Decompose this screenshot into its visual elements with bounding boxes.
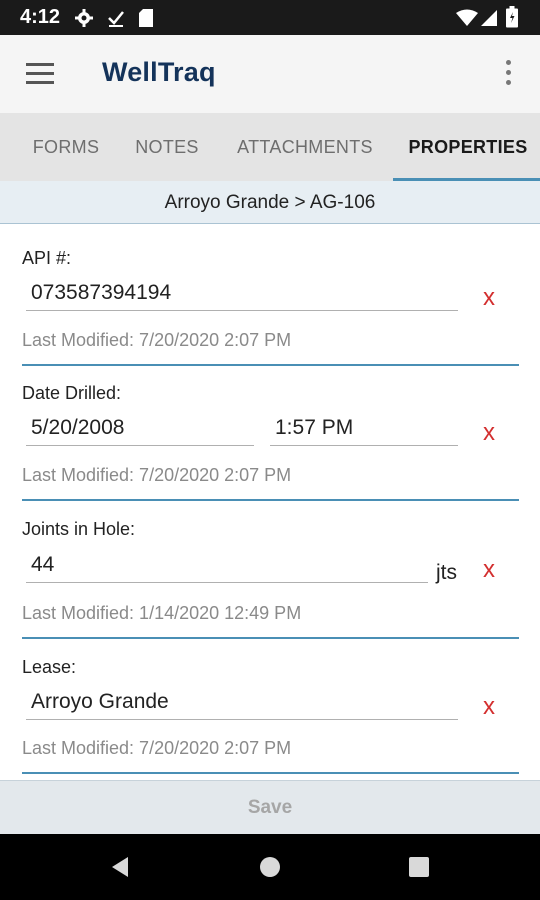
joints-input[interactable]: 44	[26, 553, 428, 583]
breadcrumb: Arroyo Grande > AG-106	[0, 181, 540, 224]
tab-bar: FORMS NOTES ATTACHMENTS PROPERTIES	[0, 113, 540, 181]
sd-card-icon	[138, 8, 154, 33]
lease-input[interactable]: Arroyo Grande	[26, 690, 458, 720]
wifi-icon	[455, 9, 479, 32]
hamburger-menu-icon[interactable]	[26, 63, 54, 85]
last-modified-text: Last Modified: 7/20/2020 2:07 PM	[22, 738, 292, 758]
home-icon[interactable]	[259, 856, 281, 883]
section-divider	[22, 772, 519, 774]
save-button[interactable]: Save	[0, 781, 540, 835]
tab-forms[interactable]: FORMS	[12, 113, 120, 181]
field-label: Date Drilled:	[22, 383, 122, 403]
battery-icon	[506, 6, 518, 33]
last-modified-text: Last Modified: 7/20/2020 2:07 PM	[22, 330, 292, 350]
signal-icon	[480, 9, 498, 32]
back-icon[interactable]	[108, 855, 132, 884]
field-label: Joints in Hole:	[22, 519, 136, 539]
save-bar: Save	[0, 780, 540, 834]
field-label: API #:	[22, 248, 72, 268]
clear-icon[interactable]: x	[483, 693, 495, 721]
tab-properties[interactable]: PROPERTIES	[396, 113, 540, 181]
clear-icon[interactable]: x	[483, 284, 495, 312]
app-bar: WellTraq	[0, 35, 540, 113]
recents-icon[interactable]	[408, 856, 430, 883]
gear-icon	[74, 8, 94, 33]
unit-label: jts	[436, 561, 457, 584]
properties-form: API #: 073587394194 x Last Modified: 7/2…	[0, 224, 540, 776]
section-divider	[22, 364, 519, 366]
field-label: Lease:	[22, 657, 77, 677]
time-input[interactable]: 1:57 PM	[270, 416, 458, 446]
last-modified-text: Last Modified: 1/14/2020 12:49 PM	[22, 603, 302, 623]
tab-notes[interactable]: NOTES	[120, 113, 214, 181]
section-divider	[22, 637, 519, 639]
clear-icon[interactable]: x	[483, 556, 495, 584]
status-time: 4:12	[20, 6, 61, 28]
clear-icon[interactable]: x	[483, 419, 495, 447]
more-vert-icon[interactable]	[503, 60, 513, 88]
status-bar: 4:12	[0, 0, 540, 35]
date-input[interactable]: 5/20/2008	[26, 416, 254, 446]
download-done-icon	[106, 8, 126, 33]
system-nav-bar	[0, 834, 540, 900]
app-title: WellTraq	[102, 57, 216, 87]
last-modified-text: Last Modified: 7/20/2020 2:07 PM	[22, 465, 292, 485]
api-input[interactable]: 073587394194	[26, 281, 458, 311]
tab-attachments[interactable]: ATTACHMENTS	[214, 113, 396, 181]
section-divider	[22, 499, 519, 501]
